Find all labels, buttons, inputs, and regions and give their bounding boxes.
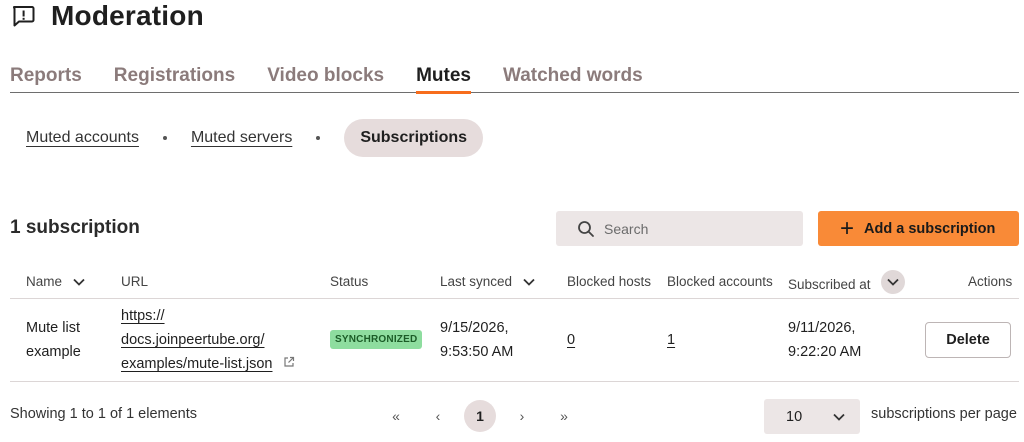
moderation-tabs: Reports Registrations Video blocks Mutes… xyxy=(10,62,1019,94)
column-name-label: Name xyxy=(26,274,63,289)
last-page-button[interactable]: » xyxy=(548,400,580,432)
blocked-accounts-value[interactable]: 1 xyxy=(667,328,675,352)
blocked-accounts-link[interactable]: 1 xyxy=(667,332,675,348)
status-badge: SYNCHRONIZED xyxy=(330,330,423,349)
subnav-muted-accounts[interactable]: Muted accounts xyxy=(26,129,139,147)
subscription-name: Mute list example xyxy=(26,316,81,364)
page-header: Moderation xyxy=(10,0,204,32)
blocked-hosts-link[interactable]: 0 xyxy=(567,332,575,348)
blocked-hosts-value[interactable]: 0 xyxy=(567,328,575,352)
chevron-down-icon xyxy=(832,410,846,424)
pagination-summary: Showing 1 to 1 of 1 elements xyxy=(10,406,198,422)
subscription-count-title: 1 subscription xyxy=(10,217,140,238)
tab-watched-words[interactable]: Watched words xyxy=(503,62,643,92)
alert-message-icon xyxy=(10,3,36,29)
subscribed-at-value: 9/11/2026, 9:22:20 AM xyxy=(788,316,861,364)
search-box[interactable] xyxy=(556,211,803,246)
search-input[interactable] xyxy=(604,220,784,237)
subscription-url-link[interactable]: https:// xyxy=(121,308,165,324)
column-actions-label: Actions xyxy=(968,274,1013,289)
search-icon xyxy=(577,220,595,238)
subnav-muted-servers[interactable]: Muted servers xyxy=(191,129,292,147)
subscribed-date: 9/11/2026, xyxy=(788,320,856,336)
column-subscribed-at-label: Subscribed at xyxy=(788,276,871,292)
subscription-name-line: example xyxy=(26,344,81,360)
mutes-subnav: Muted accounts Muted servers Subscriptio… xyxy=(26,118,484,158)
delete-button[interactable]: Delete xyxy=(925,322,1011,358)
separator-dot xyxy=(162,136,167,140)
next-page-button[interactable]: › xyxy=(506,400,538,432)
table-row: Mute list example https:// docs.joinpeer… xyxy=(10,300,1019,382)
add-subscription-button[interactable]: + Add a subscription xyxy=(818,211,1019,246)
separator-dot xyxy=(316,136,321,140)
column-header-last-synced[interactable]: Last synced xyxy=(440,274,536,289)
tab-registrations[interactable]: Registrations xyxy=(114,62,235,92)
tab-video-blocks[interactable]: Video blocks xyxy=(267,62,384,92)
last-synced-date: 9/15/2026, xyxy=(440,320,509,336)
tab-reports[interactable]: Reports xyxy=(10,62,82,92)
column-header-subscribed-at[interactable]: Subscribed at xyxy=(788,270,905,294)
column-blocked-hosts-label: Blocked hosts xyxy=(567,274,652,289)
add-subscription-label: Add a subscription xyxy=(864,220,996,237)
column-url-label: URL xyxy=(121,274,149,289)
column-blocked-accounts-label: Blocked accounts xyxy=(667,274,773,289)
external-link-icon[interactable] xyxy=(283,352,295,376)
column-header-status: Status xyxy=(330,274,368,289)
column-header-name[interactable]: Name xyxy=(26,274,86,289)
column-status-label: Status xyxy=(330,274,369,289)
page-title: Moderation xyxy=(51,0,204,31)
column-header-blocked-hosts: Blocked hosts xyxy=(567,274,651,289)
subscribed-time: 9:22:20 AM xyxy=(788,344,862,360)
column-header-blocked-accounts: Blocked accounts xyxy=(667,274,773,289)
chevron-down-icon xyxy=(522,275,536,289)
chevron-down-icon xyxy=(880,270,905,294)
column-header-actions: Actions xyxy=(968,274,1012,289)
per-page-select[interactable]: 10 xyxy=(764,399,860,434)
subnav-subscriptions[interactable]: Subscriptions xyxy=(344,119,484,157)
last-synced-value: 9/15/2026, 9:53:50 AM xyxy=(440,316,513,364)
last-synced-time: 9:53:50 AM xyxy=(440,344,514,360)
subscription-name-line: Mute list xyxy=(26,320,80,336)
column-header-url: URL xyxy=(121,274,148,289)
per-page-value: 10 xyxy=(786,408,803,425)
subscription-url[interactable]: https:// docs.joinpeertube.org/ examples… xyxy=(121,304,295,376)
chevron-down-icon xyxy=(72,275,86,289)
subscription-url-link[interactable]: examples/mute-list.json xyxy=(121,356,273,372)
per-page-label: subscriptions per page xyxy=(871,406,1017,422)
pagination: « ‹ 1 › » xyxy=(380,400,590,432)
column-last-synced-label: Last synced xyxy=(440,274,513,289)
tab-mutes[interactable]: Mutes xyxy=(416,62,471,94)
previous-page-button[interactable]: ‹ xyxy=(422,400,454,432)
first-page-button[interactable]: « xyxy=(380,400,412,432)
table-header: Name URL Status Last synced Blocked host… xyxy=(10,268,1019,299)
plus-icon: + xyxy=(840,214,855,242)
current-page-button[interactable]: 1 xyxy=(464,400,496,432)
subscription-url-link[interactable]: docs.joinpeertube.org/ xyxy=(121,332,265,348)
